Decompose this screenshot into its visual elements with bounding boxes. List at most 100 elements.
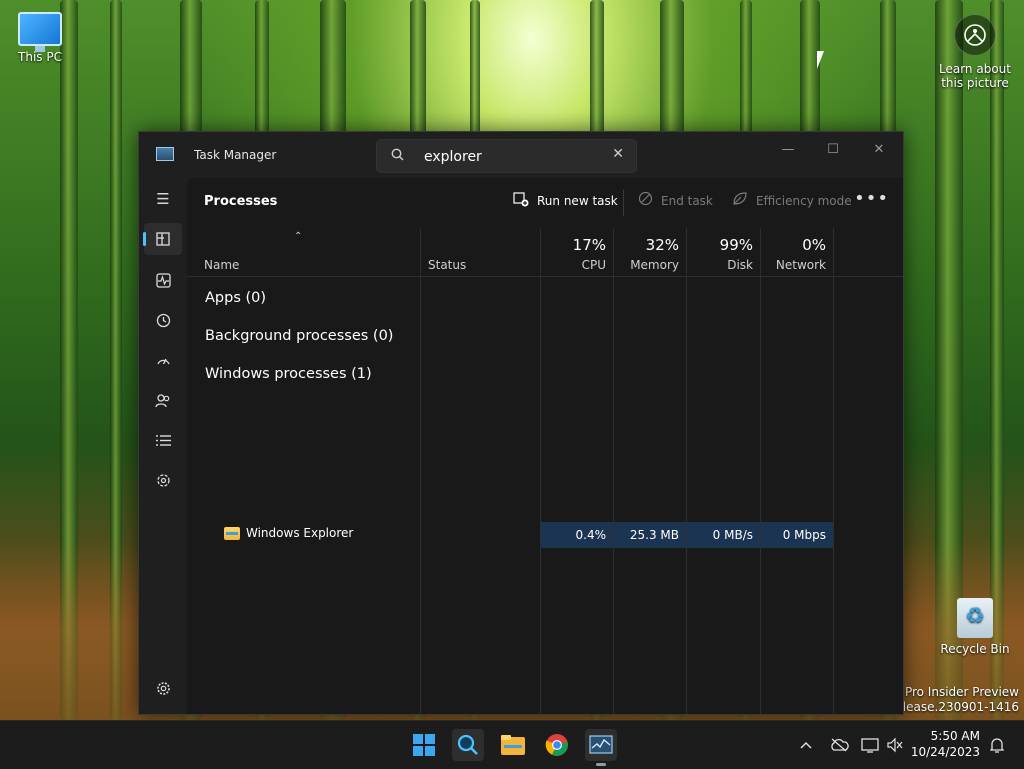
end-task-button[interactable]: End task [638,191,713,210]
tray-onedrive[interactable] [826,721,852,769]
run-task-icon [513,191,529,211]
efficiency-mode-label: Efficiency mode [756,193,852,208]
clock-time: 5:50 AM [930,729,980,743]
column-network[interactable]: 0% Network [761,228,833,276]
cpu-label: CPU [581,258,606,272]
group-windows-processes[interactable]: Windows processes (1) [205,366,372,382]
close-button[interactable]: ✕ [856,136,902,164]
process-cpu: 0.4% [541,522,613,548]
taskbar-search[interactable] [452,729,484,761]
hamburger-icon[interactable]: ☰ [144,183,182,215]
tray-sound[interactable] [884,721,906,769]
minimize-button[interactable]: — [765,136,811,164]
column-status-label: Status [428,258,467,272]
title-bar[interactable]: Task Manager ✕ — ☐ ✕ [139,132,903,178]
nav-details[interactable] [144,424,182,456]
column-disk[interactable]: 99% Disk [687,228,760,276]
clock[interactable]: 5:50 AM 10/24/2023 [911,728,980,760]
column-header: Name Status 17% CPU 32% Memory 99% Disk … [187,228,903,277]
process-memory: 25.3 MB [614,522,686,548]
nav-users[interactable] [144,384,182,416]
speaker-muted-icon [887,737,903,753]
nav-sidebar: ☰ [139,178,187,714]
cpu-total: 17% [572,236,606,254]
search-box[interactable]: ✕ [376,139,637,173]
process-disk: 0 MB/s [687,522,760,548]
search-input[interactable] [422,146,606,168]
end-task-label: End task [661,193,713,208]
end-task-icon [638,191,653,210]
chrome-icon [545,734,568,756]
start-button[interactable] [408,729,440,761]
desktop-this-pc[interactable]: This PC [0,12,80,64]
this-pc-icon [18,12,62,52]
app-history-icon [156,313,170,327]
column-cpu[interactable]: 17% CPU [541,228,613,276]
processes-page: Processes Run new task End task Efficien… [187,178,903,714]
column-memory[interactable]: 32% Memory [614,228,686,276]
table-row[interactable]: Windows Explorer 0.4% 25.3 MB 0 MB/s 0 M… [187,522,903,548]
memory-label: Memory [630,258,679,272]
nav-startup-apps[interactable] [144,344,182,376]
show-hidden-icons[interactable] [794,721,818,769]
taskbar-task-manager[interactable] [585,729,617,761]
network-total: 0% [802,236,826,254]
clear-search-icon[interactable]: ✕ [612,146,624,162]
nav-settings[interactable] [144,672,182,704]
more-options-icon[interactable]: ••• [854,188,889,209]
startup-icon [156,358,170,364]
column-status[interactable]: Status [421,228,540,276]
process-network: 0 Mbps [761,522,833,548]
task-manager-app-icon [156,147,174,161]
file-explorer-icon [224,526,240,540]
learn-label-line2: this picture [941,76,1009,90]
run-new-task-button[interactable]: Run new task [513,191,618,211]
notifications-button[interactable] [986,721,1008,769]
users-icon [155,393,170,407]
clock-date: 10/24/2023 [910,745,980,759]
efficiency-mode-button[interactable]: Efficiency mode [732,191,852,210]
nav-performance[interactable] [144,264,182,296]
camera-icon [954,14,996,56]
search-icon [457,734,478,755]
nav-processes[interactable] [143,223,182,255]
recycle-bin-label: Recycle Bin [940,642,1010,656]
desktop-recycle-bin[interactable]: Recycle Bin [935,598,1015,656]
group-background-processes[interactable]: Background processes (0) [205,328,393,344]
notification-icon [990,738,1004,753]
nav-app-history[interactable] [144,304,182,336]
column-divider [420,228,421,714]
group-apps[interactable]: Apps (0) [205,290,266,306]
network-label: Network [775,258,826,272]
running-indicator [596,763,606,766]
file-explorer-icon [501,735,525,755]
services-icon [156,473,170,487]
processes-icon [156,232,170,246]
recycle-bin-icon [957,598,993,638]
window-title: Task Manager [194,148,277,162]
column-divider [613,228,614,714]
disk-total: 99% [719,236,753,254]
task-manager-window: Task Manager ✕ — ☐ ✕ ☰ [138,131,904,715]
taskbar: 5:50 AM 10/24/2023 [0,720,1024,769]
tray-network[interactable] [858,721,882,769]
network-icon [861,738,879,753]
taskbar-chrome[interactable] [541,729,573,761]
learn-about-picture[interactable]: Learn about this picture [935,14,1015,90]
maximize-button[interactable]: ☐ [810,136,856,164]
column-name[interactable]: Name [187,228,420,276]
chevron-up-icon [800,741,812,749]
search-icon [391,148,404,165]
task-manager-icon [589,735,613,754]
disk-label: Disk [727,258,753,272]
mouse-cursor [817,51,824,69]
performance-icon [155,272,171,288]
column-name-label: Name [204,258,240,272]
column-divider [760,228,761,714]
taskbar-file-explorer[interactable] [497,729,529,761]
nav-services[interactable] [144,464,182,496]
learn-label-line1: Learn about [939,62,1011,76]
process-name-label: Windows Explorer [246,526,354,540]
start-icon [413,734,435,756]
memory-total: 32% [645,236,679,254]
